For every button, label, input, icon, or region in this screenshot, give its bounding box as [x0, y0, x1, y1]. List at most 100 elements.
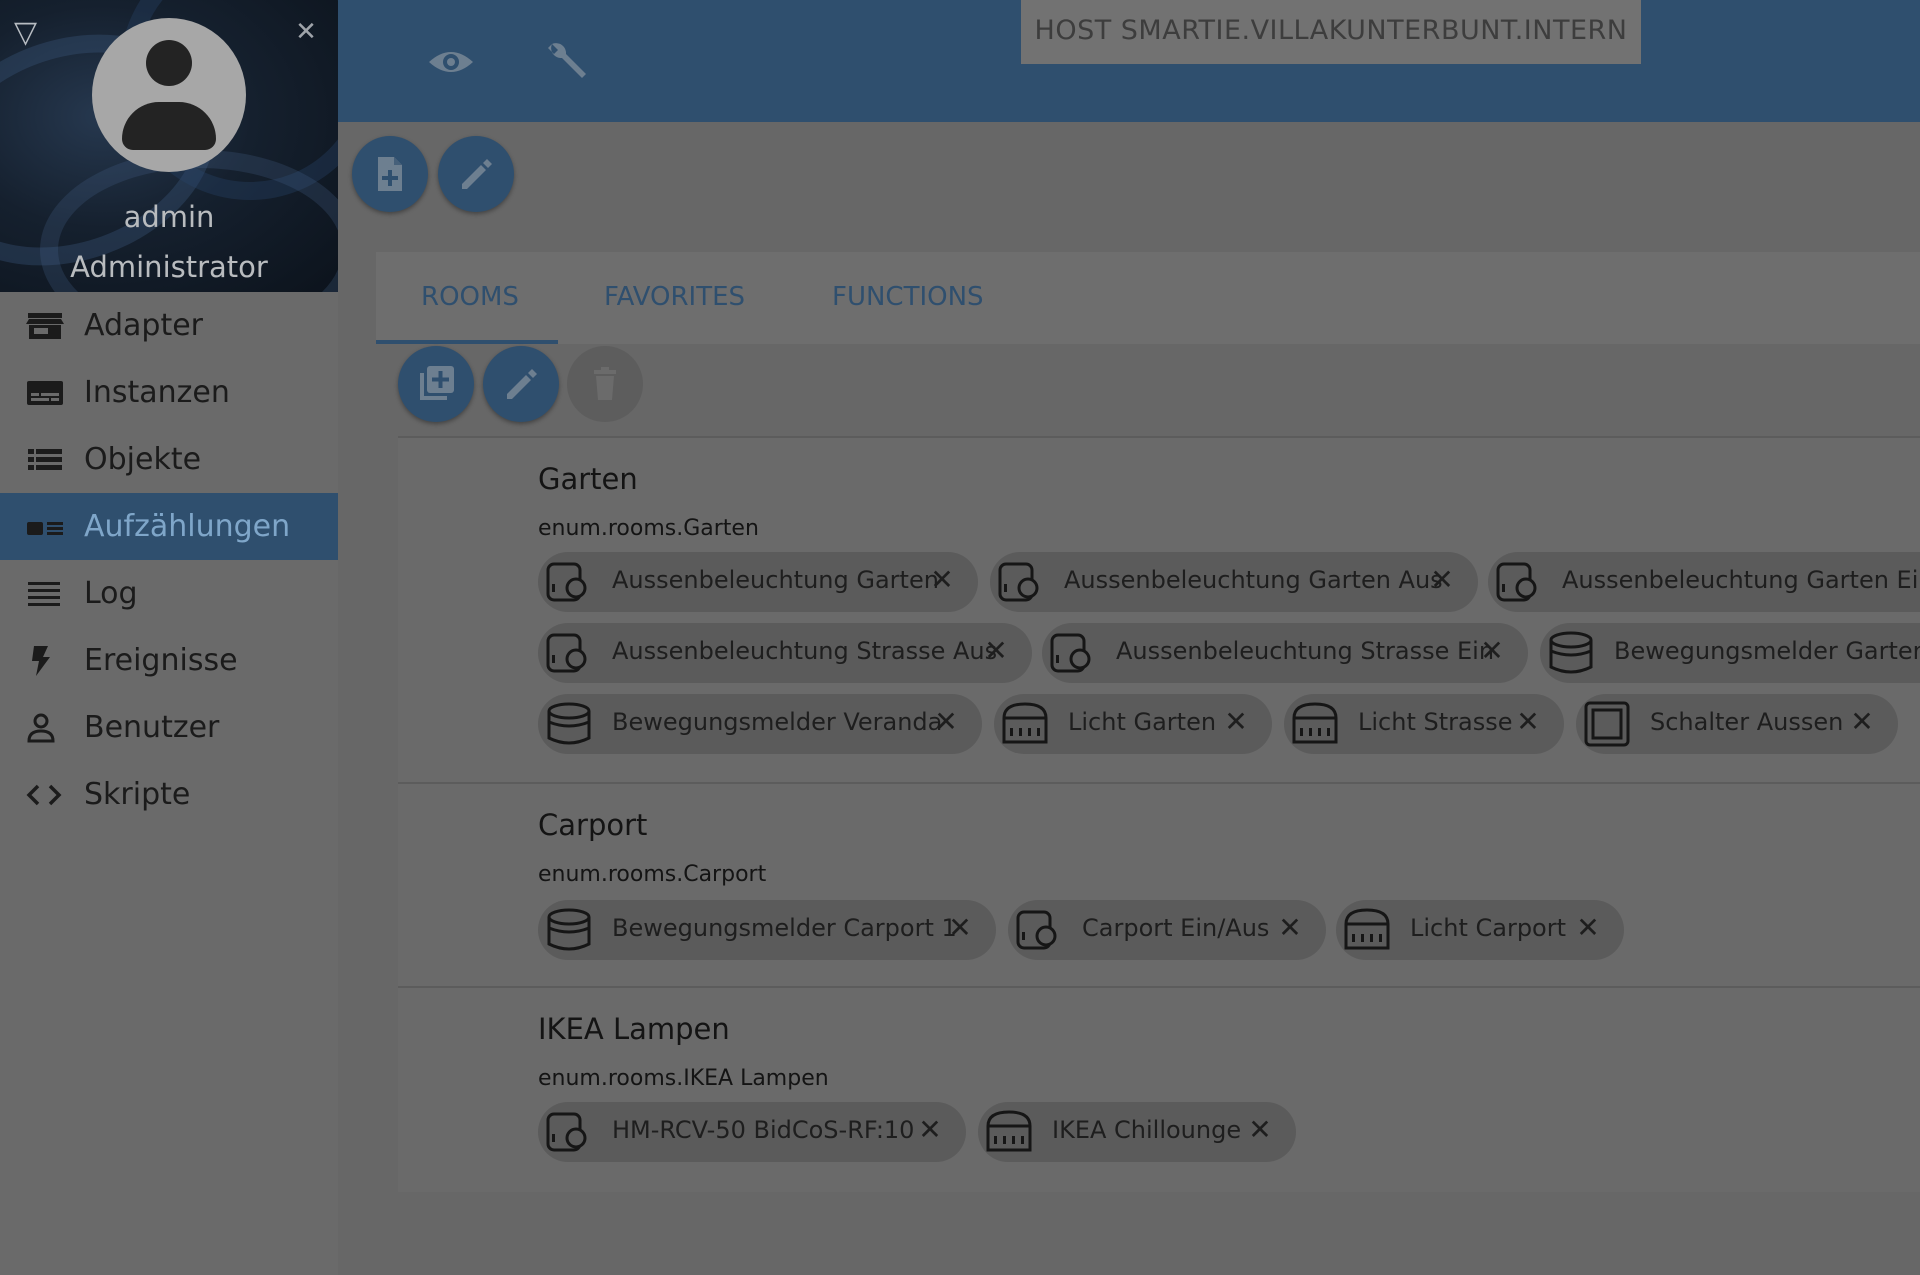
sidebar-item-adapter[interactable]: Adapter [0, 292, 338, 359]
remove-chip-icon[interactable]: ✕ [916, 1113, 944, 1147]
sidebar-item-instanzen[interactable]: Instanzen [0, 359, 338, 426]
remove-chip-icon[interactable]: ✕ [1848, 705, 1876, 739]
active-tab-indicator [376, 340, 558, 344]
close-drawer-icon[interactable]: ✕ [292, 18, 320, 46]
code-icon [26, 784, 62, 806]
add-enum-button[interactable] [352, 136, 428, 212]
sidebar-item-label: Skripte [84, 777, 191, 812]
avatar [92, 18, 246, 172]
remove-chip-icon[interactable]: ✕ [946, 911, 974, 945]
library-add-icon [420, 366, 454, 400]
member-chip[interactable]: Aussenbeleuchtung Garten Aus ✕ [990, 552, 1478, 612]
section-id: enum.rooms.Carport [538, 862, 767, 887]
member-chip[interactable]: Aussenbeleuchtung Garten ✕ [538, 552, 978, 612]
dimmer-icon [1002, 702, 1048, 744]
chip-label: Aussenbeleuchtung Strasse Aus [612, 637, 998, 665]
user-role: Administrator [70, 250, 268, 284]
chip-label: Bewegungsmelder Gartenh [1614, 637, 1920, 665]
member-chip[interactable]: Licht Strasse ✕ [1284, 694, 1564, 754]
tab-functions[interactable]: FUNCTIONS [832, 282, 984, 312]
sidebar-nav: Adapter Instanzen Objekte Aufzählungen L… [0, 292, 338, 828]
section-id: enum.rooms.Garten [538, 516, 759, 541]
enum-icon [27, 522, 63, 535]
pencil-icon [462, 159, 492, 189]
dimmer-icon [986, 1110, 1032, 1152]
chip-label: Bewegungsmelder Carport 1 [612, 914, 957, 942]
chip-label: IKEA Chillounge [1052, 1116, 1242, 1144]
profile-header: ▽ ✕ admin Administrator [0, 0, 338, 292]
remove-chip-icon[interactable]: ✕ [982, 634, 1010, 668]
pencil-icon [507, 369, 537, 399]
member-chip[interactable]: Aussenbeleuchtung Garten Ein [1488, 552, 1920, 612]
chip-label: Aussenbeleuchtung Garten Aus [1064, 566, 1443, 594]
member-chip[interactable]: Aussenbeleuchtung Strasse Aus ✕ [538, 623, 1032, 683]
actuator-icon [546, 1112, 587, 1152]
log-icon [28, 582, 60, 606]
sidebar-item-benutzer[interactable]: Benutzer [0, 694, 338, 761]
remove-chip-icon[interactable]: ✕ [1428, 563, 1456, 597]
flash-icon [32, 646, 50, 676]
section-title: IKEA Lampen [538, 1012, 730, 1046]
motion-sensor-icon [547, 702, 591, 745]
sidebar-item-label: Ereignisse [84, 643, 238, 678]
dimmer-icon [1292, 702, 1338, 744]
chip-label: Carport Ein/Aus [1082, 914, 1270, 942]
remove-chip-icon[interactable]: ✕ [1574, 911, 1602, 945]
chip-label: HM-RCV-50 BidCoS-RF:10 [612, 1116, 915, 1144]
member-chip[interactable]: Licht Carport ✕ [1336, 900, 1624, 960]
file-add-icon [378, 157, 402, 191]
remove-chip-icon[interactable]: ✕ [1246, 1113, 1274, 1147]
trash-icon [594, 367, 616, 400]
sidebar-item-ereignisse[interactable]: Ereignisse [0, 627, 338, 694]
member-chip[interactable]: Bewegungsmelder Carport 1 ✕ [538, 900, 996, 960]
edit-room-button[interactable] [483, 346, 559, 422]
user-name: admin [123, 200, 215, 234]
sidebar-item-label: Adapter [84, 308, 204, 343]
enum-tabs: ROOMS FAVORITES FUNCTIONS [376, 252, 1920, 344]
actuator-icon [546, 633, 587, 673]
edit-enum-button[interactable] [438, 136, 514, 212]
sidebar-item-label: Log [84, 576, 138, 611]
store-icon [26, 313, 64, 339]
chip-label: Aussenbeleuchtung Garten Ein [1562, 566, 1920, 594]
member-chip[interactable]: IKEA Chillounge ✕ [978, 1102, 1296, 1162]
chip-label: Licht Carport [1410, 914, 1567, 942]
remove-chip-icon[interactable]: ✕ [1514, 705, 1542, 739]
sidebar-item-objekte[interactable]: Objekte [0, 426, 338, 493]
host-label: HOST SMARTIE.VILLAKUNTERBUNT.INTERN [1021, 0, 1641, 64]
sidebar-item-label: Instanzen [84, 375, 230, 410]
chip-label: Licht Garten [1068, 708, 1217, 736]
sidebar-item-skripte[interactable]: Skripte [0, 761, 338, 828]
member-chip[interactable]: HM-RCV-50 BidCoS-RF:10 ✕ [538, 1102, 966, 1162]
member-chip[interactable]: Carport Ein/Aus ✕ [1008, 900, 1326, 960]
member-chip[interactable]: Licht Garten ✕ [994, 694, 1272, 754]
remove-chip-icon[interactable]: ✕ [1276, 911, 1304, 945]
actuator-icon [1496, 562, 1537, 602]
chip-label: Schalter Aussen [1650, 708, 1844, 736]
actuator-icon [1016, 910, 1057, 950]
chip-label: Bewegungsmelder Veranda [612, 708, 943, 736]
remove-chip-icon[interactable]: ✕ [932, 705, 960, 739]
menu-toggle-icon[interactable]: ▽ [14, 18, 48, 48]
tab-rooms[interactable]: ROOMS [421, 282, 519, 312]
sidebar-item-log[interactable]: Log [0, 560, 338, 627]
sidebar-item-label: Objekte [84, 442, 202, 477]
member-chip[interactable]: Bewegungsmelder Veranda ✕ [538, 694, 982, 754]
member-chip[interactable]: Schalter Aussen ✕ [1576, 694, 1898, 754]
sidebar-item-label: Benutzer [84, 710, 220, 745]
remove-chip-icon[interactable]: ✕ [1222, 705, 1250, 739]
wrench-icon[interactable] [538, 34, 594, 90]
actuator-icon [546, 562, 587, 602]
remove-chip-icon[interactable]: ✕ [928, 563, 956, 597]
delete-room-button[interactable] [567, 346, 643, 422]
member-chip[interactable]: Bewegungsmelder Gartenh [1540, 623, 1920, 683]
remove-chip-icon[interactable]: ✕ [1478, 634, 1506, 668]
actuator-icon [1050, 633, 1091, 673]
add-member-button[interactable] [398, 346, 474, 422]
app-header: HOST SMARTIE.VILLAKUNTERBUNT.INTERN [338, 0, 1920, 122]
person-icon [27, 713, 55, 743]
eye-icon[interactable] [423, 34, 479, 90]
sidebar-item-aufzaehlungen[interactable]: Aufzählungen [0, 493, 338, 560]
tab-favorites[interactable]: FAVORITES [604, 282, 745, 312]
member-chip[interactable]: Aussenbeleuchtung Strasse Ein ✕ [1042, 623, 1528, 683]
